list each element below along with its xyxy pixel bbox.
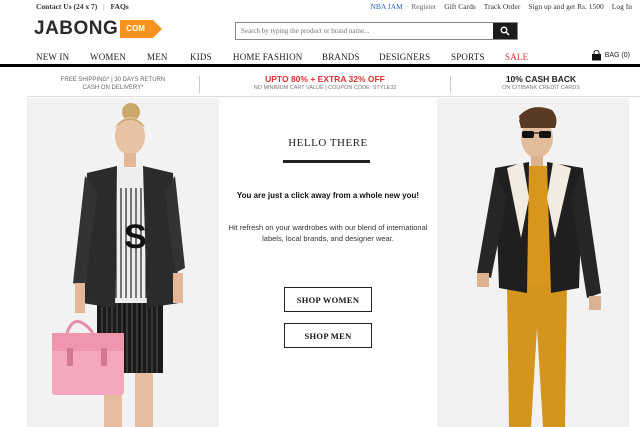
promo-shipping[interactable]: FREE SHIPPING* | 30 DAYS RETURN CASH ON … bbox=[27, 72, 199, 97]
nav-item-new-in[interactable]: NEW IN bbox=[36, 52, 69, 62]
nav-item-sports[interactable]: SPORTS bbox=[451, 52, 485, 62]
promo-sale[interactable]: UPTO 80% + EXTRA 32% OFF NO MINIMUM CART… bbox=[200, 72, 450, 97]
hero-title: HELLO THERE bbox=[288, 137, 368, 149]
logo-wordmark: JABONG bbox=[34, 18, 119, 39]
search-icon bbox=[500, 26, 510, 36]
track-order-link[interactable]: Track Order bbox=[484, 2, 521, 11]
faqs-link[interactable]: FAQs bbox=[111, 2, 129, 11]
nav-item-kids[interactable]: KIDS bbox=[190, 52, 212, 62]
jabong-logo[interactable]: JABONG COM bbox=[34, 18, 162, 40]
nba-jam-link[interactable]: NBA JAM bbox=[370, 2, 402, 11]
promo-sale-headline: UPTO 80% + EXTRA 32% OFF bbox=[265, 74, 385, 84]
promo-bar: FREE SHIPPING* | 30 DAYS RETURN CASH ON … bbox=[27, 72, 640, 97]
utility-bar: Contact Us (24 x 7) | FAQs NBA JAM · Reg… bbox=[0, 0, 640, 14]
nav-item-home-fashion[interactable]: HOME FASHION bbox=[233, 52, 303, 62]
bag-button[interactable]: BAG (0) bbox=[591, 50, 630, 61]
utility-left: Contact Us (24 x 7) | FAQs bbox=[36, 2, 133, 11]
nav-item-designers[interactable]: DESIGNERS bbox=[379, 52, 430, 62]
promo-cashback-headline: 10% CASH BACK bbox=[505, 74, 577, 84]
contact-us-link[interactable]: Contact Us (24 x 7) bbox=[36, 2, 97, 11]
shop-men-button[interactable]: SHOP MEN bbox=[284, 323, 372, 348]
hero-title-underline bbox=[283, 160, 370, 163]
promo-cashback-subtext: ON CITIBANK CREDIT CARDS bbox=[502, 85, 580, 91]
promo-shipping-line1: FREE SHIPPING* | 30 DAYS RETURN bbox=[60, 77, 166, 83]
svg-text:S: S bbox=[124, 218, 147, 256]
main-nav: NEW IN WOMEN MEN KIDS HOME FASHION BRAND… bbox=[0, 48, 640, 67]
login-link[interactable]: Log In bbox=[612, 2, 632, 11]
register-link[interactable]: Register bbox=[411, 2, 436, 11]
nav-item-men[interactable]: MEN bbox=[147, 52, 168, 62]
gift-cards-link[interactable]: Gift Cards bbox=[444, 2, 475, 11]
utility-right: NBA JAM · Register Gift Cards Track Orde… bbox=[370, 2, 632, 11]
promo-shipping-line2: CASH ON DELIVERY* bbox=[82, 85, 144, 91]
search-input[interactable] bbox=[236, 23, 493, 39]
logo-badge: COM bbox=[120, 20, 162, 38]
hero-description: Hit refresh on your wardrobes with our b… bbox=[228, 223, 428, 243]
hero-message-panel: HELLO THERE You are just a click away fr… bbox=[220, 98, 436, 427]
shop-women-button[interactable]: SHOP WOMEN bbox=[284, 287, 372, 312]
bag-label: BAG (0) bbox=[604, 52, 630, 59]
hero-tagline: You are just a click away from a whole n… bbox=[236, 191, 420, 200]
nav-item-women[interactable]: WOMEN bbox=[90, 52, 126, 62]
promo-cashback[interactable]: 10% CASH BACK ON CITIBANK CREDIT CARDS bbox=[451, 72, 631, 97]
separator: · bbox=[405, 2, 409, 11]
promo-sale-subtext: NO MINIMUM CART VALUE | COUPON CODE: STY… bbox=[253, 85, 397, 91]
nav-item-brands[interactable]: BRANDS bbox=[322, 52, 360, 62]
men-hero-image[interactable] bbox=[437, 98, 629, 427]
signup-link[interactable]: Sign up and get Rs. 1500 bbox=[528, 2, 603, 11]
separator: | bbox=[103, 2, 105, 11]
woman-model-illustration: S bbox=[27, 98, 219, 427]
women-hero-image[interactable]: S bbox=[27, 98, 219, 427]
shopping-bag-icon bbox=[591, 50, 601, 61]
search-box bbox=[235, 22, 518, 40]
search-button[interactable] bbox=[493, 23, 517, 39]
nav-item-sale[interactable]: SALE bbox=[505, 52, 528, 62]
man-model-illustration bbox=[437, 98, 629, 427]
